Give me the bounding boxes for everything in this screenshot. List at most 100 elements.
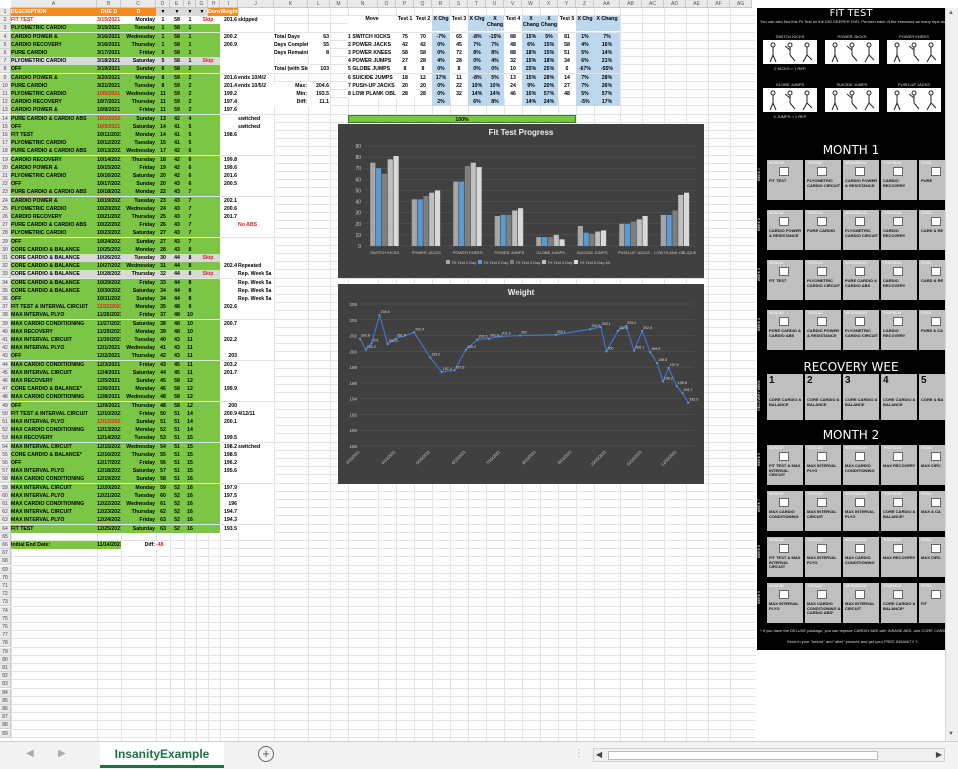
workout-note[interactable]: switched [238,114,274,123]
workout-note[interactable] [238,500,274,508]
workout-skip[interactable] [196,311,220,320]
workout-weight[interactable]: 197.5 [220,491,238,500]
workout-date[interactable]: 12/24/2021 [97,516,121,525]
row-number[interactable]: 42 [0,344,11,353]
row-number[interactable]: 76 [0,623,11,631]
workout-weight[interactable] [220,139,238,148]
workout-total[interactable]: 43 [170,213,184,221]
header-done[interactable]: Done [208,8,220,16]
workout-day[interactable]: Tuesday [121,434,156,443]
workout-week[interactable]: 16 [184,524,196,533]
workout-count[interactable]: 11 [156,90,170,98]
workout-week[interactable]: 2 [184,98,196,107]
workout-note[interactable]: Repeated [238,262,274,271]
workout-week[interactable]: 10 [184,327,196,336]
workout-skip[interactable] [196,106,220,115]
workout-note[interactable] [238,237,274,246]
workout-week[interactable]: 2 [184,65,196,74]
fit-table-cell[interactable]: 32 [504,57,522,66]
workout-skip[interactable] [196,319,220,328]
fit-table-cell[interactable]: 24 [504,81,522,90]
column-header[interactable]: Q [414,0,432,8]
row-number[interactable]: 74 [0,606,11,615]
column-header[interactable]: Z [576,0,594,8]
workout-total[interactable]: 59 [170,98,184,107]
workout-total[interactable]: 42 [170,114,184,123]
row-number[interactable]: 89 [0,729,11,738]
column-header[interactable]: V [504,0,522,8]
workout-skip[interactable] [196,426,220,435]
workout-day[interactable]: Tuesday [121,491,156,500]
fit-table-cell[interactable]: 14% [468,90,486,98]
fit-table-cell[interactable]: 6 [558,65,576,74]
row-number[interactable]: 54 [0,442,11,451]
workout-weight[interactable] [220,147,238,156]
workout-note[interactable] [238,434,274,443]
workout-count[interactable]: 63 [156,516,170,525]
workout-count[interactable]: 1 [156,24,170,33]
progress-bar[interactable]: 100% [348,114,576,123]
workout-weight[interactable]: 199.8 [220,155,238,164]
workout-weight[interactable]: 202.6 [220,303,238,312]
workout-week[interactable]: 16 [184,508,196,517]
workout-weight[interactable]: 201.4 [220,81,238,90]
fit-table-cell[interactable]: 11 [450,73,468,82]
end-date-label[interactable]: Initial End Date: [11,541,97,549]
workout-skip[interactable] [196,229,220,238]
fit-table-cell[interactable]: 16% [594,40,620,49]
workout-day[interactable]: Sunday [121,418,156,426]
workout-day[interactable]: Saturday [121,229,156,238]
workout-date[interactable]: 3/15/2021 [97,24,121,33]
workout-date[interactable]: 12/2/2021 [97,352,121,361]
workout-description[interactable]: CORE CARDIO & BALANCE* [11,385,97,394]
scroll-down-arrow[interactable]: ▼ [948,731,956,739]
workout-count[interactable]: 15 [156,139,170,148]
workout-count[interactable]: 20 [156,180,170,189]
workout-week[interactable]: 8 [184,278,196,287]
workout-count[interactable]: 57 [156,467,170,476]
workout-skip[interactable] [196,98,220,107]
workout-week[interactable]: 14 [184,426,196,435]
workout-weight[interactable] [220,311,238,320]
workout-day[interactable]: Friday [121,516,156,525]
fit-table-cell[interactable]: 15% [540,40,558,49]
workout-total[interactable]: 43 [170,188,184,197]
row-number[interactable]: 48 [0,393,11,402]
workout-day[interactable]: Wednesday [121,500,156,508]
workout-total[interactable]: 43 [170,229,184,238]
fit-table-cell[interactable]: 48 [504,40,522,49]
workout-total[interactable]: 52 [170,508,184,517]
column-header[interactable]: J [238,0,274,8]
workout-week[interactable]: 4 [184,114,196,123]
workout-total[interactable]: 42 [170,163,184,172]
workout-skip[interactable] [196,401,220,410]
workout-total[interactable]: 51 [170,442,184,451]
workout-weight[interactable] [220,57,238,66]
column-header[interactable]: T [468,0,486,8]
workout-day[interactable]: Tuesday [121,254,156,262]
fit-table-cell[interactable]: 5% [576,90,594,98]
fit-table-cell[interactable]: 17% [432,73,450,82]
workout-description[interactable]: MAX RECOVERY [11,327,97,336]
workout-total[interactable]: 51 [170,418,184,426]
row-number[interactable]: 20 [0,163,11,172]
row-number[interactable]: 14 [0,114,11,123]
workout-total[interactable]: 48 [170,311,184,320]
workout-skip[interactable] [196,344,220,353]
workout-total[interactable]: 58 [170,24,184,33]
fit-table-cell[interactable]: 21% [594,57,620,66]
workout-weight[interactable] [220,237,238,246]
workout-skip[interactable]: Skip [196,270,220,279]
workout-count[interactable]: 11 [156,98,170,107]
workout-description[interactable]: MAX INTERVAL PLYO [11,418,97,426]
workout-day[interactable]: Wednesday [121,204,156,213]
workout-note[interactable] [238,393,274,402]
workout-weight[interactable]: 200.6 [220,204,238,213]
row-number[interactable]: 81 [0,664,11,672]
workout-note[interactable] [238,213,274,221]
workout-weight[interactable] [220,254,238,262]
workout-count[interactable]: 62 [156,508,170,517]
filter-dropdown-icon[interactable]: ▼ [196,8,208,16]
row-number[interactable]: 44 [0,360,11,369]
row-number[interactable]: 47 [0,385,11,394]
